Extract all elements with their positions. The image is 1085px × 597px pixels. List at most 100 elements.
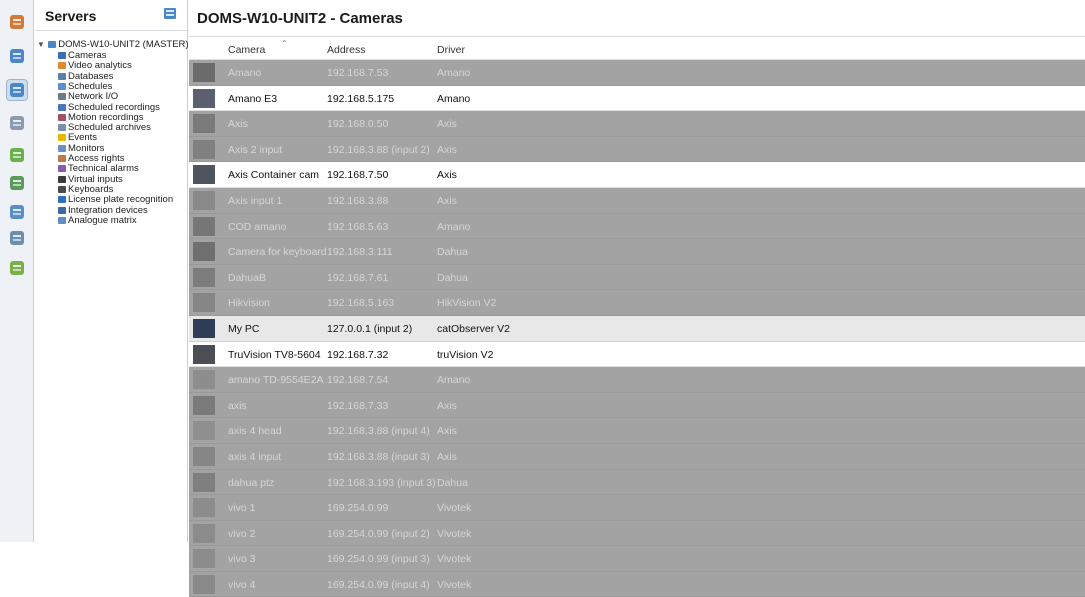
camera-thumbnail	[193, 165, 215, 185]
cell-driver: Axis	[437, 450, 457, 463]
table-row[interactable]: vivo 4 169.254.0.99 (input 4) Vivotek	[189, 571, 1085, 597]
table-row[interactable]: Axis 192.168.0.50 Axis	[189, 111, 1085, 137]
camera-thumbnail	[193, 242, 215, 262]
camera-thumbnail	[193, 88, 215, 108]
cell-address: 192.168.7.53	[327, 67, 389, 79]
cell-camera: axis 4 head	[228, 425, 282, 438]
tree-root[interactable]: ▼ DOMS-W10-UNIT2 (MASTER)	[37, 39, 189, 50]
camera-icon	[58, 52, 66, 59]
table-row[interactable]: axis 192.168.7.33 Axis	[189, 392, 1085, 419]
camera-thumbnail	[193, 370, 215, 390]
table-row[interactable]: vivo 1 169.254.0.99 Vivotek	[189, 495, 1085, 521]
cell-driver: Axis	[437, 118, 457, 131]
servers-icon[interactable]	[6, 79, 28, 101]
table-row[interactable]: vivo 2 169.254.0.99 (input 2) Vivotek	[189, 520, 1085, 547]
tree-item-label: Analogue matrix	[68, 214, 137, 226]
user-icon[interactable]	[7, 46, 27, 66]
database-icon[interactable]	[7, 173, 27, 193]
cell-camera: Camera for keyboard	[228, 246, 327, 259]
access-rights-icon	[58, 155, 66, 162]
camera-thumbnail	[193, 139, 215, 159]
cell-address: 192.168.3.193 (input 3)	[327, 476, 436, 489]
table-row[interactable]: amano TD-9554E2A 192.168.7.54 Amano	[189, 367, 1085, 393]
table-row[interactable]: DahuaB 192.168.7.61 Dahua	[189, 264, 1085, 291]
cell-address: 192.168.5.163	[327, 297, 395, 310]
plugin-icon[interactable]	[7, 145, 27, 165]
cell-camera: Axis 2 input	[228, 143, 283, 156]
camera-thumbnail	[193, 395, 215, 415]
cell-driver: catObserver V2	[437, 322, 510, 335]
table-row[interactable]: Camera for keyboard 192.168.3.111 Dahua	[189, 239, 1085, 265]
tree-icon[interactable]	[7, 258, 27, 278]
table-row[interactable]: TruVision TV8-5604 192.168.7.32 truVision …	[189, 341, 1085, 368]
table-row[interactable]: axis 4 input 192.168.3.88 (input 3) Axis	[189, 443, 1085, 470]
cell-camera: Amano E3	[228, 92, 278, 105]
camera-thumbnail	[193, 318, 215, 338]
display-icon[interactable]	[7, 202, 27, 222]
cell-address: 192.168.3.88	[327, 194, 389, 207]
camera-thumbnail	[193, 574, 215, 594]
table-row[interactable]: My PC 127.0.0.1 (input 2) catObserver V2	[189, 315, 1085, 342]
cell-address: 192.168.0.50	[327, 118, 389, 131]
column-header-driver[interactable]: Driver	[437, 44, 465, 56]
servers-panel: Servers ▼ DOMS-W10-UNIT2 (MASTER) Camera…	[35, 0, 189, 542]
table-row[interactable]: Axis 2 input 192.168.3.88 (input 2) Axis	[189, 136, 1085, 163]
main-panel: DOMS-W10-UNIT2 - Cameras Camera ⌃ Addres…	[189, 0, 1085, 597]
monitor-icon	[58, 144, 66, 152]
cell-driver: Vivotek	[437, 502, 472, 515]
cell-camera: vivo 3	[228, 553, 256, 566]
camera-thumbnail	[193, 523, 215, 543]
cell-address: 192.168.3.88 (input 3)	[327, 450, 430, 463]
cell-driver: Axis	[437, 425, 457, 438]
table-row[interactable]: Axis input 1 192.168.3.88 Axis	[189, 187, 1085, 214]
network-io-icon	[58, 93, 66, 101]
cell-driver: Vivotek	[437, 578, 472, 591]
cell-camera: vivo 2	[228, 527, 256, 540]
table-row[interactable]: Amano 192.168.7.53 Amano	[189, 60, 1085, 86]
camera-thumbnail	[193, 446, 215, 466]
cell-camera: TruVision TV8-5604	[228, 348, 321, 361]
table-row[interactable]: Axis Container cam 192.168.7.50 Axis	[189, 162, 1085, 188]
scheduled-recordings-icon	[58, 103, 66, 111]
expand-chevron-icon[interactable]: ▼	[37, 40, 45, 49]
table-row[interactable]: COD amano 192.168.5.63 Amano	[189, 213, 1085, 240]
page-title: DOMS-W10-UNIT2 - Cameras	[197, 10, 403, 27]
cell-address: 192.168.5.63	[327, 220, 389, 233]
cell-camera: dahua ptz	[228, 476, 275, 489]
cell-address: 192.168.7.50	[327, 169, 389, 182]
schedule-icon	[58, 82, 66, 90]
cell-driver: Vivotek	[437, 553, 472, 566]
table-row[interactable]: vivo 3 169.254.0.99 (input 3) Vivotek	[189, 546, 1085, 572]
network-icon[interactable]	[7, 228, 27, 248]
main-header: DOMS-W10-UNIT2 - Cameras	[189, 0, 1085, 37]
camera-thumbnail	[193, 421, 215, 441]
cell-driver: Amano	[437, 67, 471, 79]
cell-driver: Dahua	[437, 246, 468, 259]
column-header-address[interactable]: Address	[327, 44, 366, 56]
home-icon[interactable]	[7, 12, 27, 32]
table-row[interactable]: axis 4 head 192.168.3.88 (input 4) Axis	[189, 418, 1085, 444]
cell-address: 192.168.3.88 (input 2)	[327, 143, 430, 156]
cell-address: 127.0.0.1 (input 2)	[327, 322, 413, 335]
document-icon[interactable]	[7, 113, 27, 133]
camera-thumbnail	[193, 344, 215, 364]
table-row[interactable]: Hikvision 192.168.5.163 HikVision V2	[189, 290, 1085, 316]
table-row[interactable]: dahua ptz 192.168.3.193 (input 3) Dahua	[189, 469, 1085, 496]
camera-thumbnail	[193, 549, 215, 569]
scheduled-archives-icon	[58, 124, 66, 132]
events-icon	[58, 134, 66, 142]
table-row[interactable]: Amano E3 192.168.5.175 Amano	[189, 85, 1085, 112]
camera-thumbnail	[193, 216, 215, 236]
column-header-camera[interactable]: Camera	[228, 44, 265, 56]
cell-driver: Axis	[437, 169, 457, 182]
cell-driver: Dahua	[437, 271, 468, 284]
tree-item[interactable]: Analogue matrix	[58, 214, 137, 226]
cell-address: 192.168.7.61	[327, 271, 389, 284]
database-icon	[58, 72, 66, 80]
cell-driver: Axis	[437, 194, 457, 207]
cell-driver: Amano	[437, 374, 471, 387]
server-add-icon[interactable]	[162, 6, 178, 22]
lpr-icon	[58, 196, 66, 204]
cell-camera: DahuaB	[228, 271, 266, 284]
cell-address: 192.168.5.175	[327, 92, 395, 105]
